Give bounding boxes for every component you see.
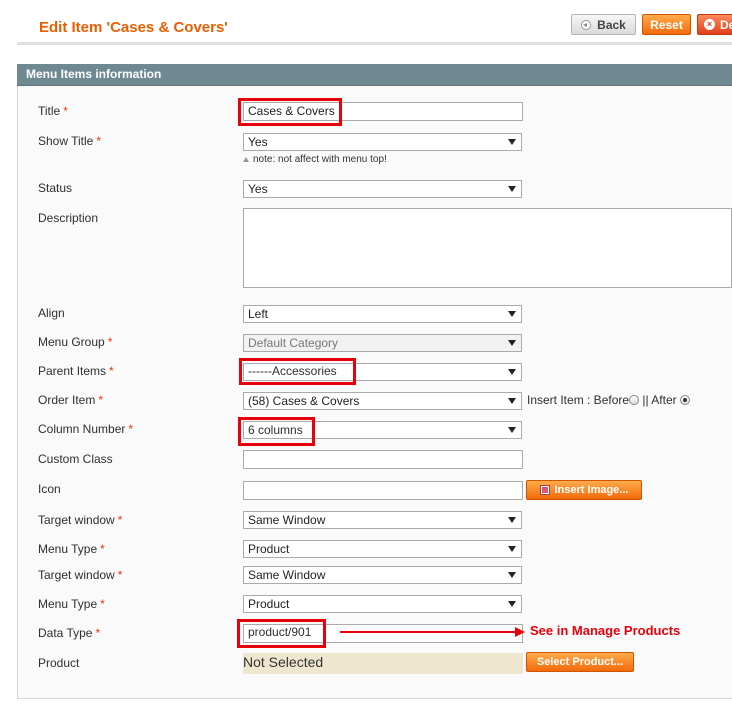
show-title-label: Show Title * <box>38 134 102 148</box>
column-number-label: Column Number * <box>38 422 134 436</box>
dropdown-arrow-icon <box>508 427 516 433</box>
menu-type-label: Menu Type * <box>38 542 105 556</box>
insert-before-radio[interactable] <box>629 395 640 405</box>
target-window-label: Target window * <box>38 513 123 527</box>
insert-after-label: || After <box>642 393 677 407</box>
target-window-select[interactable]: Same Window <box>243 511 522 529</box>
dropdown-arrow-icon <box>508 139 516 145</box>
order-item-select[interactable]: (58) Cases & Covers <box>243 392 522 410</box>
menu-type-select-2[interactable]: Product <box>243 595 522 613</box>
reset-button[interactable]: Reset <box>642 14 691 35</box>
product-value: Not Selected <box>243 653 523 674</box>
insert-after-radio[interactable] <box>679 395 690 405</box>
insert-image-button[interactable]: Insert Image... <box>526 480 642 500</box>
product-label: Product <box>38 656 80 670</box>
parent-items-value: ------Accessories <box>239 358 356 385</box>
menu-group-label: Menu Group * <box>38 335 113 349</box>
back-arrow-icon <box>581 19 592 30</box>
dropdown-arrow-icon <box>508 311 516 317</box>
title-value: Cases & Covers <box>238 98 342 126</box>
icon-label: Icon <box>38 482 61 496</box>
status-select[interactable]: Yes <box>243 180 522 198</box>
parent-items-label: Parent Items * <box>38 364 114 378</box>
data-type-annotation: See in Manage Products <box>530 623 681 638</box>
image-icon <box>539 485 550 495</box>
delete-button[interactable]: × De <box>697 14 732 35</box>
back-button[interactable]: Back <box>571 14 636 35</box>
dropdown-arrow-icon <box>508 517 516 523</box>
target-window-select-2[interactable]: Same Window <box>243 566 522 584</box>
menu-type-select[interactable]: Product <box>243 540 522 558</box>
show-title-note: note: not affect with menu top! <box>243 154 387 165</box>
description-textarea[interactable] <box>243 208 732 288</box>
dropdown-arrow-icon <box>508 340 516 346</box>
align-select[interactable]: Left <box>243 305 522 323</box>
panel-title: Menu Items information <box>26 67 162 81</box>
menu-type-label-2: Menu Type * <box>38 597 105 611</box>
order-item-label: Order Item * <box>38 393 104 407</box>
custom-class-input[interactable] <box>243 450 523 469</box>
title-label: Title * <box>38 104 68 118</box>
dropdown-arrow-icon <box>508 186 516 192</box>
delete-icon: × <box>704 19 715 30</box>
insert-item-label: Insert Item : Before <box>527 393 630 407</box>
menu-group-select[interactable]: Default Category <box>243 334 522 352</box>
back-button-label: Back <box>597 17 626 32</box>
dropdown-arrow-icon <box>508 572 516 578</box>
target-window-label-2: Target window * <box>38 568 123 582</box>
data-type-value: product/901 <box>237 619 326 648</box>
dropdown-arrow-icon <box>508 369 516 375</box>
icon-input[interactable] <box>243 481 523 500</box>
insert-image-label: Insert Image... <box>554 484 629 496</box>
description-label: Description <box>38 211 99 225</box>
dropdown-arrow-icon <box>508 546 516 552</box>
select-product-button[interactable]: Select Product... <box>526 652 634 672</box>
custom-class-label: Custom Class <box>38 452 113 466</box>
column-number-value: 6 columns <box>238 417 315 446</box>
status-label: Status <box>38 181 73 195</box>
show-title-select[interactable]: Yes <box>243 133 522 151</box>
delete-button-label: De <box>720 17 732 32</box>
align-label: Align <box>38 306 65 320</box>
note-icon <box>243 157 249 162</box>
dropdown-arrow-icon <box>508 398 516 404</box>
annotation-arrow-icon <box>340 627 525 637</box>
page-title: Edit Item 'Cases & Covers' <box>39 19 228 36</box>
data-type-label: Data Type * <box>38 626 101 640</box>
dropdown-arrow-icon <box>508 601 516 607</box>
header-divider <box>17 42 732 45</box>
insert-position: Insert Item : Before || After <box>527 393 690 407</box>
